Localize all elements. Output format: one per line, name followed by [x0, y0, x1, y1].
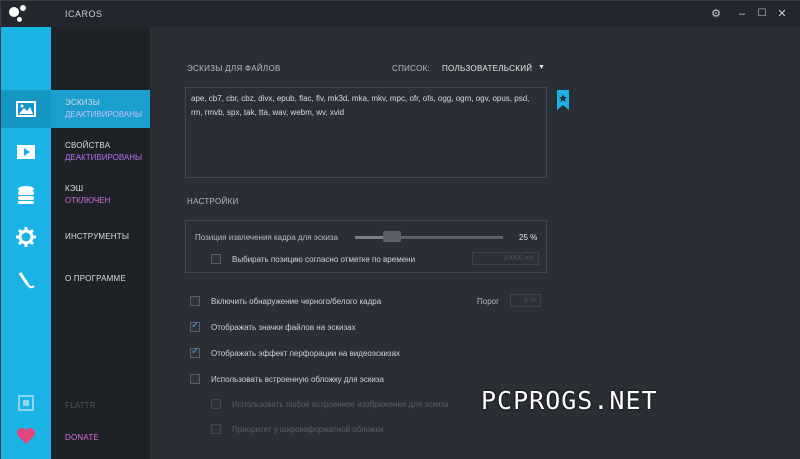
app-logo-icon: [9, 5, 31, 25]
heart-icon[interactable]: [1, 417, 51, 455]
sidebar-item-properties[interactable]: СВОЙСТВА ДЕАКТИВИРОВАНЫ: [51, 133, 150, 171]
black-white-label: Включить обнаружение черного/белого кадр…: [211, 297, 382, 306]
app-window: ICAROS ⚙ – ☐ ✕ ЭСКИЗЫ ДЕАКТИВИРОВАНЫ СВО…: [0, 0, 800, 459]
maximize-button[interactable]: ☐: [754, 6, 770, 22]
settings-section-title: НАСТРОЙКИ: [187, 197, 239, 206]
list-label: СПИСОК:: [392, 64, 431, 73]
sidebar-item-status: ДЕАКТИВИРОВАНЫ: [65, 110, 143, 119]
sidebar-nav: ЭСКИЗЫ ДЕАКТИВИРОВАНЫ СВОЙСТВА ДЕАКТИВИР…: [51, 27, 150, 459]
sidebar-item-donate[interactable]: DONATE: [51, 425, 150, 459]
slider-thumb[interactable]: [383, 231, 401, 242]
app-title: ICAROS: [65, 9, 103, 19]
sidebar-item-label: ИНСТРУМЕНТЫ: [65, 232, 130, 241]
sidebar-item-label: ЭСКИЗЫ: [65, 98, 101, 107]
watermark-text: PCPROGS.NET: [481, 386, 658, 415]
threshold-input[interactable]: 5 %: [510, 294, 541, 307]
minimize-button[interactable]: –: [734, 6, 750, 22]
sidebar-item-cache[interactable]: КЭШ ОТКЛЮЧЕН: [51, 176, 150, 214]
chevron-down-icon[interactable]: ▼: [538, 64, 545, 71]
timestamp-label: Выбирать позицию согласно отметке по вре…: [232, 255, 416, 264]
file-icons-label: Отображать значки файлов на эскизах: [211, 323, 356, 332]
sidebar-item-tools[interactable]: ИНСТРУМЕНТЫ: [51, 224, 150, 262]
sidebar-item-status: ОТКЛЮЧЕН: [65, 196, 111, 205]
perforation-checkbox[interactable]: [190, 346, 200, 358]
list-dropdown[interactable]: ПОЛЬЗОВАТЕЛЬСКИЙ: [442, 64, 532, 73]
main-panel: ЭСКИЗЫ ДЛЯ ФАЙЛОВ СПИСОК: ПОЛЬЗОВАТЕЛЬСК…: [150, 27, 800, 459]
database-icon[interactable]: [1, 176, 51, 214]
sidebar-item-thumbnails[interactable]: ЭСКИЗЫ ДЕАКТИВИРОВАНЫ: [51, 90, 150, 128]
widescreen-checkbox[interactable]: [211, 424, 221, 434]
settings-gear-icon[interactable]: ⚙: [708, 6, 724, 22]
sidebar-item-label: СВОЙСТВА: [65, 141, 111, 150]
threshold-label: Порог: [477, 297, 500, 306]
sidebar-item-status: ДЕАКТИВИРОВАНЫ: [65, 153, 143, 162]
gear-icon[interactable]: [1, 218, 51, 256]
timestamp-checkbox[interactable]: [211, 254, 221, 264]
sidebar-item-label: О ПРОГРАММЕ: [65, 274, 126, 283]
video-play-icon[interactable]: [1, 133, 51, 171]
title-bar: ICAROS ⚙ – ☐ ✕: [1, 1, 800, 27]
embedded-cover-checkbox[interactable]: [190, 374, 200, 384]
bookmark-icon[interactable]: [557, 90, 569, 110]
any-embedded-label: Использовать любое встроенное изображени…: [232, 400, 449, 409]
close-button[interactable]: ✕: [774, 6, 790, 22]
frame-position-label: Позиция извлечения кадра для эскиза: [195, 233, 338, 242]
extensions-textarea[interactable]: ape, cb7, cbr, cbz, divx, epub, flac, fl…: [185, 87, 547, 178]
black-white-checkbox[interactable]: [190, 296, 200, 306]
embedded-cover-label: Использовать встроенную обложку для эски…: [211, 375, 384, 384]
frame-position-slider[interactable]: [355, 236, 503, 239]
sidebar-item-label: КЭШ: [65, 184, 84, 193]
any-embedded-checkbox[interactable]: [211, 399, 221, 409]
brush-icon[interactable]: [1, 261, 51, 299]
sidebar-item-about[interactable]: О ПРОГРАММЕ: [51, 266, 150, 304]
widescreen-label: Приоритет у широкоформатной обложки: [232, 425, 384, 434]
file-icons-checkbox[interactable]: [190, 320, 200, 332]
perforation-label: Отображать эффект перфорации на видеоэск…: [211, 349, 401, 358]
frame-position-value: 25 %: [519, 233, 538, 242]
sidebar-item-label: DONATE: [65, 433, 99, 442]
thumbnails-section-title: ЭСКИЗЫ ДЛЯ ФАЙЛОВ: [187, 64, 281, 73]
icon-strip: [1, 27, 51, 459]
sidebar-item-label: FLATTR: [65, 401, 96, 410]
image-icon[interactable]: [1, 90, 51, 128]
frame-settings-group: [185, 220, 547, 273]
timestamp-input[interactable]: 10000 ms: [472, 252, 539, 265]
